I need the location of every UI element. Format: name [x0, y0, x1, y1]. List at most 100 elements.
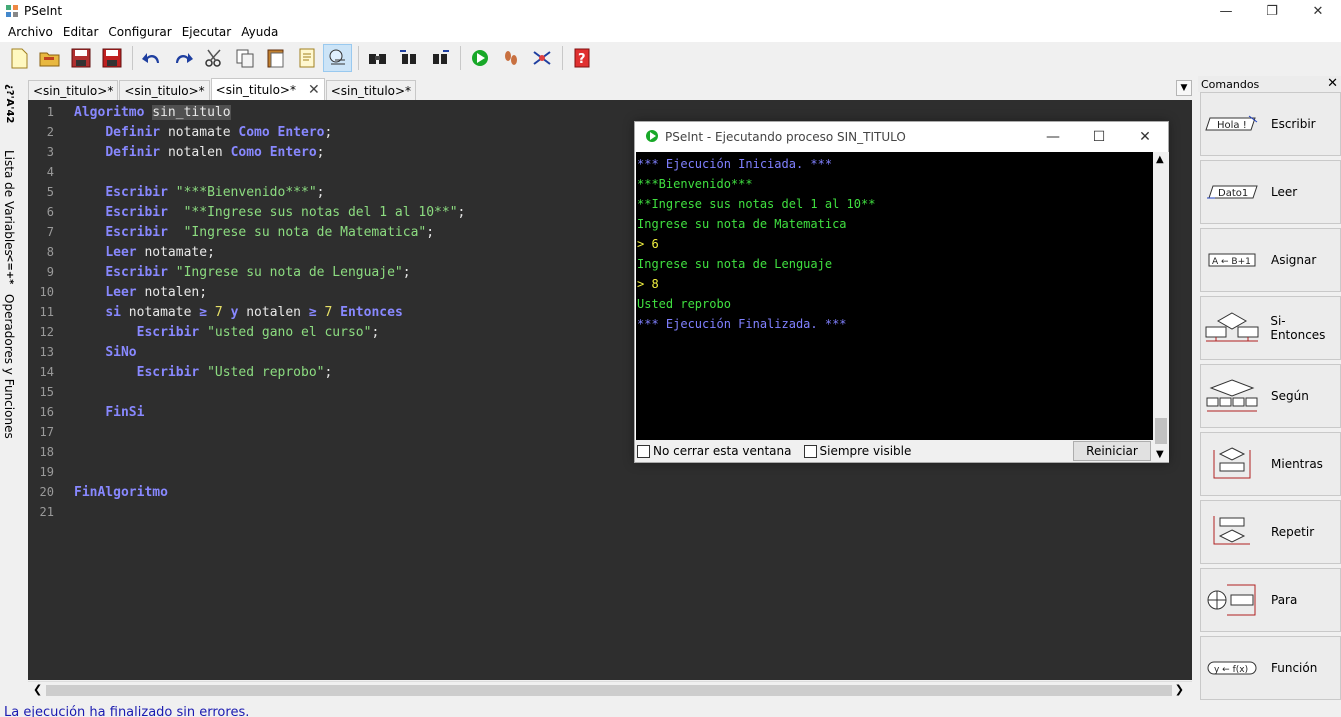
command-escribir[interactable]: Hola ! Escribir: [1200, 92, 1341, 156]
code-text: FinSi: [105, 404, 145, 420]
scrollbar-thumb[interactable]: [1155, 418, 1167, 444]
run-minimize-button[interactable]: —: [1030, 122, 1076, 152]
tab-sin-titulo-1[interactable]: <sin_titulo>*: [28, 80, 119, 100]
help-icon[interactable]: ?: [567, 44, 596, 72]
indent-icon[interactable]: [323, 44, 352, 72]
minimize-button[interactable]: —: [1203, 0, 1249, 22]
close-button[interactable]: ✕: [1295, 0, 1341, 22]
scroll-up-icon[interactable]: ▲: [1156, 154, 1164, 165]
edit-icon[interactable]: [292, 44, 321, 72]
run-window-icon: [645, 129, 659, 146]
find-previous-icon[interactable]: [394, 44, 423, 72]
line-number: 17: [39, 425, 54, 439]
line-number: 21: [39, 505, 54, 519]
close-tab-icon[interactable]: ✕: [308, 82, 320, 98]
menu-ejecutar[interactable]: Ejecutar: [177, 25, 237, 39]
find-icon[interactable]: [363, 44, 392, 72]
command-asignar[interactable]: A ← B+1 Asignar: [1200, 228, 1341, 292]
command-segun[interactable]: Según: [1200, 364, 1341, 428]
line-number: 12: [39, 325, 54, 339]
save-icon[interactable]: [66, 44, 95, 72]
command-para[interactable]: Para: [1200, 568, 1341, 632]
editor-horizontal-scrollbar[interactable]: ❮ ❯: [28, 681, 1192, 698]
asignar-icon: A ← B+1: [1201, 251, 1263, 269]
run-close-button[interactable]: ✕: [1122, 122, 1168, 152]
command-label: Función: [1271, 661, 1318, 675]
step-by-step-icon[interactable]: [496, 44, 525, 72]
menu-editar[interactable]: Editar: [58, 25, 104, 39]
code-text: Escribir "Ingrese su nota de Lenguaje";: [105, 264, 411, 280]
code-text: Escribir "Usted reprobo";: [136, 364, 333, 380]
scroll-left-icon[interactable]: ❮: [33, 683, 42, 696]
cut-icon[interactable]: [199, 44, 228, 72]
redo-icon[interactable]: [168, 44, 197, 72]
line-number: 19: [39, 465, 54, 479]
line-number: 9: [46, 265, 54, 279]
tab-sin-titulo-3[interactable]: <sin_titulo>* ✕: [210, 78, 325, 100]
menu-ayuda[interactable]: Ayuda: [236, 25, 283, 39]
reiniciar-button[interactable]: Reiniciar: [1073, 441, 1151, 461]
no-cerrar-checkbox[interactable]: [637, 444, 650, 458]
command-label: Mientras: [1271, 457, 1323, 471]
open-folder-icon[interactable]: [35, 44, 64, 72]
toolbar-separator: [132, 46, 133, 70]
line-number: 13: [39, 345, 54, 359]
command-label: Repetir: [1271, 525, 1315, 539]
close-panel-icon[interactable]: ✕: [1327, 76, 1338, 91]
copy-icon[interactable]: [230, 44, 259, 72]
tab-operadores-y-funciones[interactable]: Operadores y Funciones: [2, 294, 16, 439]
tab-label: <sin_titulo>*: [330, 83, 412, 98]
menu-bar: Archivo Editar Configurar Ejecutar Ayuda: [0, 22, 1341, 42]
console-vertical-scrollbar[interactable]: ▲ ▼: [1153, 152, 1169, 462]
menu-archivo[interactable]: Archivo: [3, 25, 58, 39]
scroll-down-icon[interactable]: ▼: [1156, 449, 1164, 460]
code-line: 19: [28, 462, 1192, 482]
run-icon[interactable]: [465, 44, 494, 72]
escribir-icon: Hola !: [1201, 115, 1263, 133]
line-number: 20: [39, 485, 54, 499]
console-line: ***Bienvenido***: [637, 177, 753, 191]
console-line: > 8: [637, 277, 659, 291]
line-number: 1: [46, 105, 54, 119]
execution-window-title: PSeInt - Ejecutando proceso SIN_TITULO: [665, 130, 906, 144]
title-bar: PSeInt — ❐ ✕: [0, 0, 1341, 22]
code-text: si notamate ≥ 7 y notalen ≥ 7 Entonces: [105, 304, 403, 320]
editor-tabs: <sin_titulo>* <sin_titulo>* <sin_titulo>…: [28, 78, 417, 100]
tab-list-dropdown-button[interactable]: ▼: [1176, 80, 1192, 96]
save-as-icon[interactable]: [97, 44, 126, 72]
console-output[interactable]: *** Ejecución Iniciada. *** ***Bienvenid…: [636, 152, 1153, 440]
commands-panel: Comandos ✕ Hola ! Escribir Dato1 Leer A ←…: [1198, 76, 1341, 706]
scroll-right-icon[interactable]: ❯: [1175, 683, 1184, 696]
command-label: Según: [1271, 389, 1309, 403]
flowchart-icon[interactable]: [527, 44, 556, 72]
no-cerrar-label: No cerrar esta ventana: [653, 444, 792, 458]
code-text: Escribir "***Bienvenido***";: [105, 184, 325, 200]
menu-configurar[interactable]: Configurar: [103, 25, 176, 39]
svg-text:Hola !: Hola !: [1217, 120, 1247, 131]
tab-lista-de-variables[interactable]: Lista de Variables: [2, 150, 16, 256]
command-si-entonces[interactable]: Si-Entonces: [1200, 296, 1341, 360]
variables-icon: ¿?'A'42: [4, 84, 15, 124]
command-leer[interactable]: Dato1 Leer: [1200, 160, 1341, 224]
repetir-icon: [1201, 514, 1263, 550]
command-repetir[interactable]: Repetir: [1200, 500, 1341, 564]
line-number: 7: [46, 225, 54, 239]
tab-sin-titulo-2[interactable]: <sin_titulo>*: [119, 80, 210, 100]
command-funcion[interactable]: y ← f(x) Función: [1200, 636, 1341, 700]
find-next-icon[interactable]: [425, 44, 454, 72]
undo-icon[interactable]: [137, 44, 166, 72]
left-side-panel: ¿?'A'42 Lista de Variables <=+* Operador…: [0, 76, 24, 706]
new-file-icon[interactable]: [4, 44, 33, 72]
funcion-icon: y ← f(x): [1201, 659, 1263, 677]
command-mientras[interactable]: Mientras: [1200, 432, 1341, 496]
code-text: Escribir "Ingrese su nota de Matematica"…: [105, 224, 435, 240]
paste-icon[interactable]: [261, 44, 290, 72]
leer-icon: Dato1: [1201, 183, 1263, 201]
scrollbar-thumb[interactable]: [46, 685, 1172, 696]
tab-sin-titulo-4[interactable]: <sin_titulo>*: [325, 80, 417, 100]
line-number: 4: [46, 165, 54, 179]
svg-text:A ← B+1: A ← B+1: [1212, 257, 1251, 267]
run-maximize-button[interactable]: ☐: [1076, 122, 1122, 152]
restore-button[interactable]: ❐: [1249, 0, 1295, 22]
siempre-visible-checkbox[interactable]: [803, 444, 817, 458]
